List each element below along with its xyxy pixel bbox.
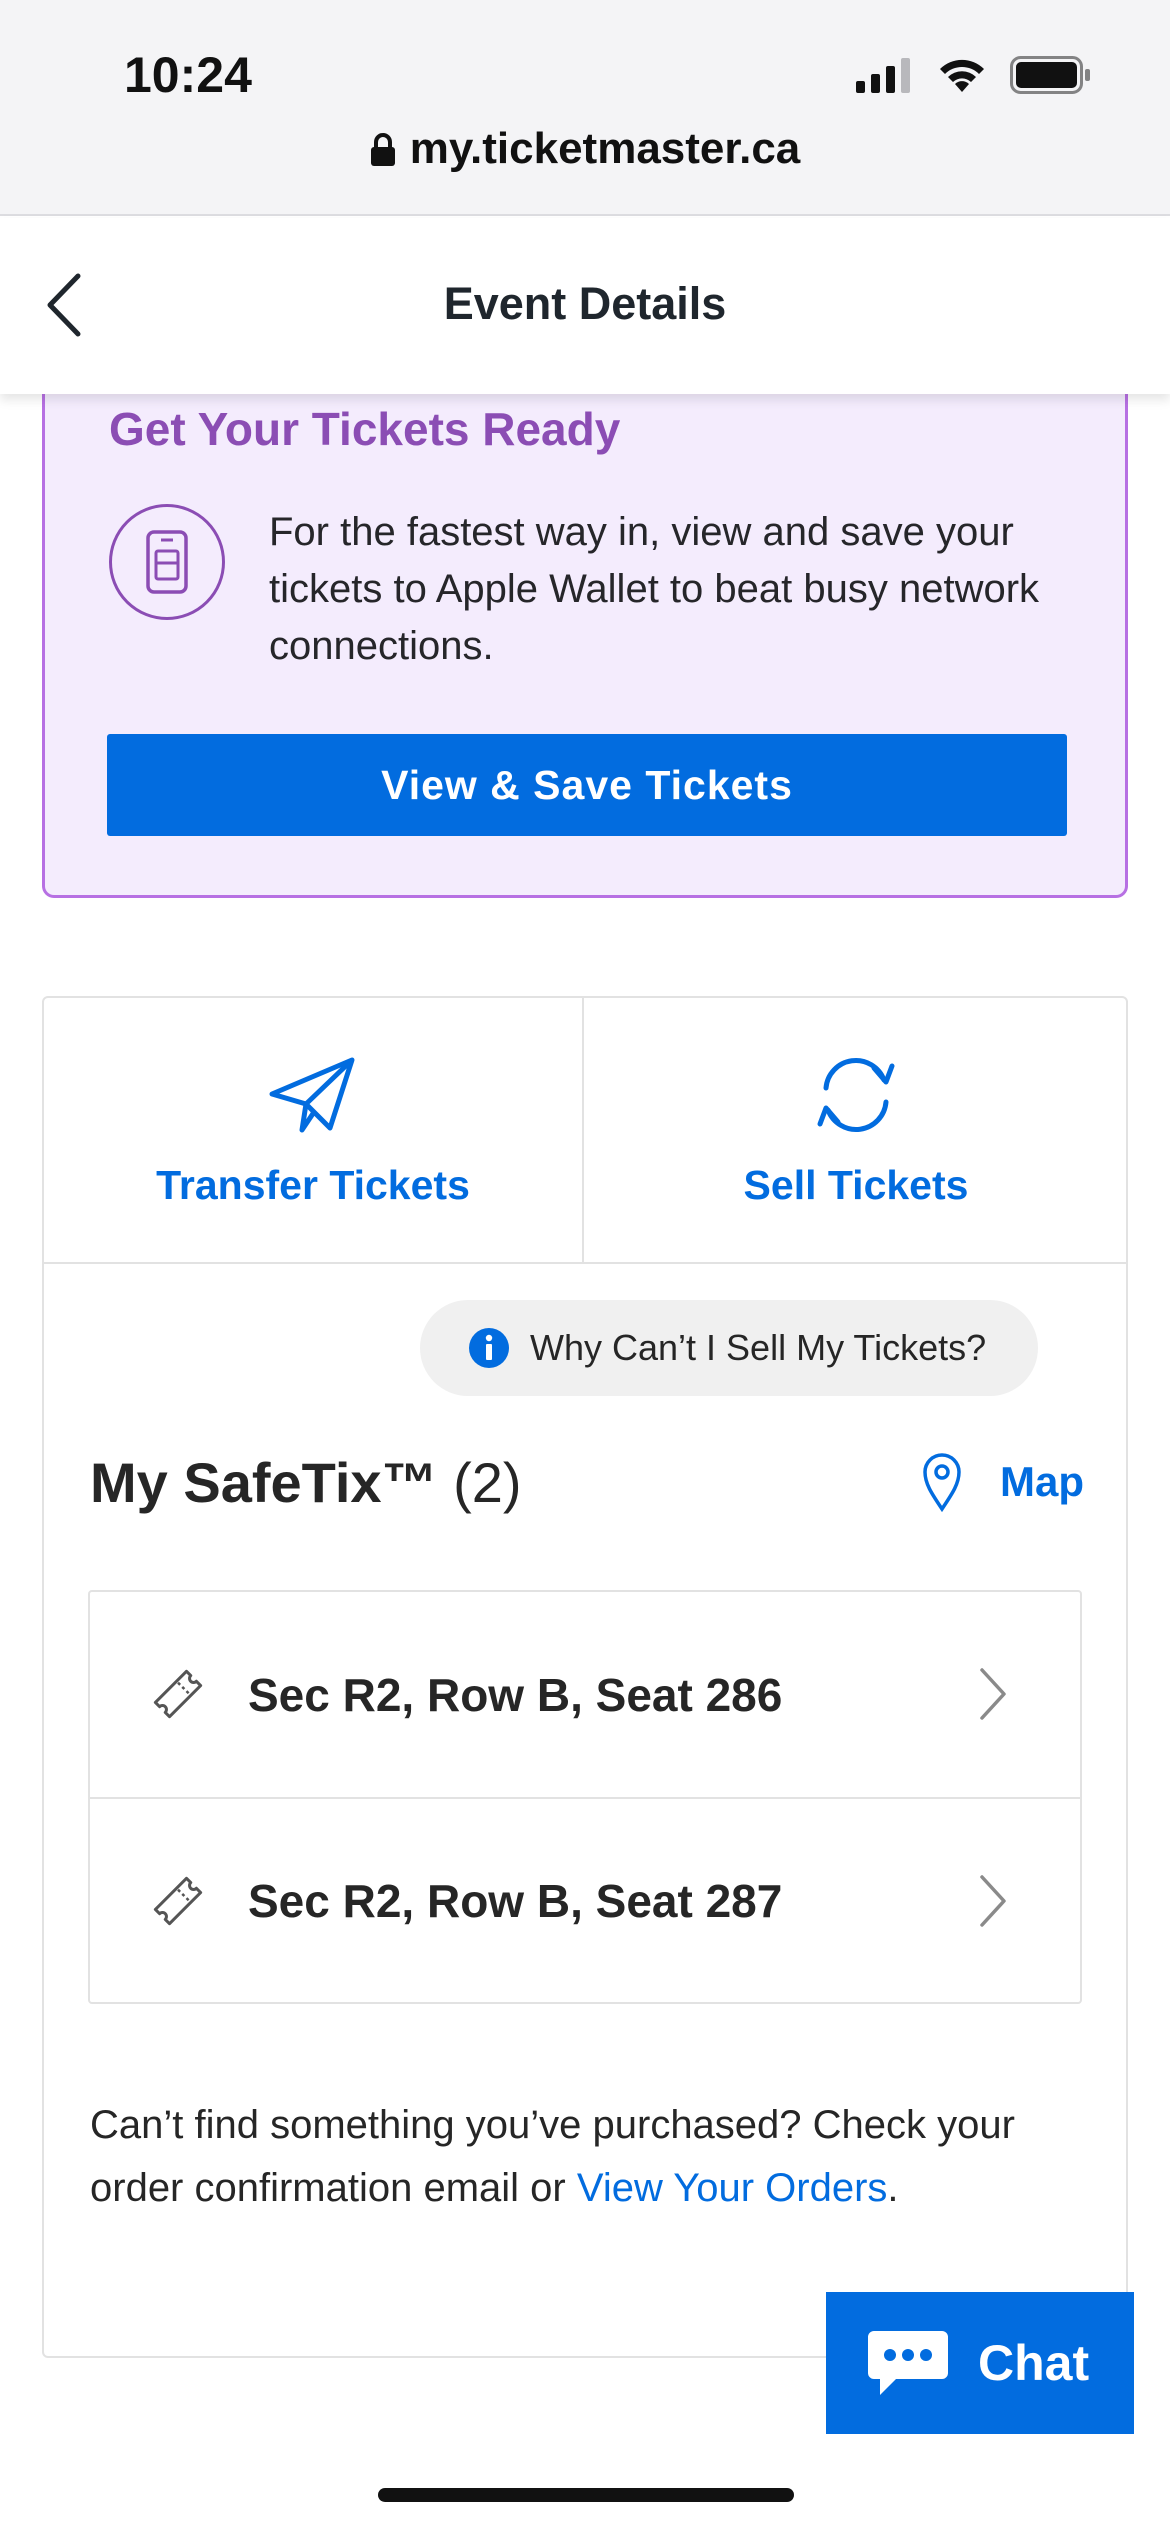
safetix-heading: My SafeTix™ (2) xyxy=(90,1450,522,1515)
page-title: Event Details xyxy=(443,278,727,329)
sell-tickets-button[interactable]: Sell Tickets xyxy=(586,998,1126,1262)
map-link[interactable]: Map xyxy=(922,1452,1084,1512)
tickets-card: Transfer Tickets Sell Tickets Why Can’t … xyxy=(42,996,1128,2358)
chat-bubble-icon xyxy=(868,2331,948,2395)
safetix-count: (2) xyxy=(453,1451,522,1514)
tickets-ready-banner: Get Your Tickets Ready For the fastest w… xyxy=(42,380,1128,898)
promo-title: Get Your Tickets Ready xyxy=(109,403,621,455)
battery-icon xyxy=(1010,56,1090,94)
browser-top-bar: 10:24 my.ticketmaster.ca xyxy=(0,0,1170,216)
url-bar[interactable]: my.ticketmaster.ca xyxy=(0,124,1170,174)
cellular-signal-icon xyxy=(856,58,910,93)
map-label: Map xyxy=(1000,1458,1084,1505)
status-icons xyxy=(856,56,1092,94)
home-indicator[interactable] xyxy=(378,2488,794,2502)
info-icon xyxy=(469,1328,509,1368)
map-pin-icon xyxy=(923,1453,961,1512)
why-cant-sell-button[interactable]: Why Can’t I Sell My Tickets? xyxy=(420,1300,1038,1396)
why-cant-sell-label: Why Can’t I Sell My Tickets? xyxy=(530,1327,987,1368)
safetix-title: My SafeTix™ xyxy=(90,1451,438,1514)
seat-row[interactable]: Sec R2, Row B, Seat 287 xyxy=(90,1797,1080,2002)
app-header: Event Details xyxy=(0,218,1170,394)
view-save-tickets-button[interactable]: View & Save Tickets xyxy=(107,734,1067,836)
paper-plane-icon xyxy=(269,1057,355,1133)
help-text-end: . xyxy=(887,2166,899,2210)
ticket-icon xyxy=(153,1876,203,1926)
seat-row[interactable]: Sec R2, Row B, Seat 286 xyxy=(90,1592,1080,1797)
seat-label: Sec R2, Row B, Seat 287 xyxy=(248,1874,783,1927)
chevron-right-icon xyxy=(980,1875,1006,1927)
transfer-tickets-label: Transfer Tickets xyxy=(156,1162,470,1208)
chat-button[interactable]: Chat xyxy=(826,2292,1134,2434)
lock-icon xyxy=(370,133,395,166)
chat-label: Chat xyxy=(978,2335,1090,2391)
sell-tickets-label: Sell Tickets xyxy=(743,1162,969,1208)
promo-text: For the fastest way in, view and save yo… xyxy=(269,510,1040,668)
ticket-icon xyxy=(153,1669,203,1719)
transfer-tickets-button[interactable]: Transfer Tickets xyxy=(44,998,584,1262)
wifi-icon xyxy=(940,59,984,92)
chevron-right-icon xyxy=(980,1668,1006,1720)
refresh-arrows-icon xyxy=(817,1058,895,1132)
phone-ticket-icon xyxy=(109,504,225,620)
view-orders-link[interactable]: View Your Orders xyxy=(577,2166,888,2210)
seat-list: Sec R2, Row B, Seat 286 Sec R2, Row B, S… xyxy=(88,1590,1082,2004)
status-time: 10:24 xyxy=(124,47,252,103)
url-text: my.ticketmaster.ca xyxy=(409,124,801,173)
help-text: Can’t find something you’ve purchased? C… xyxy=(90,2094,1090,2220)
ticket-actions: Transfer Tickets Sell Tickets xyxy=(44,998,1126,1264)
seat-label: Sec R2, Row B, Seat 286 xyxy=(248,1668,783,1721)
